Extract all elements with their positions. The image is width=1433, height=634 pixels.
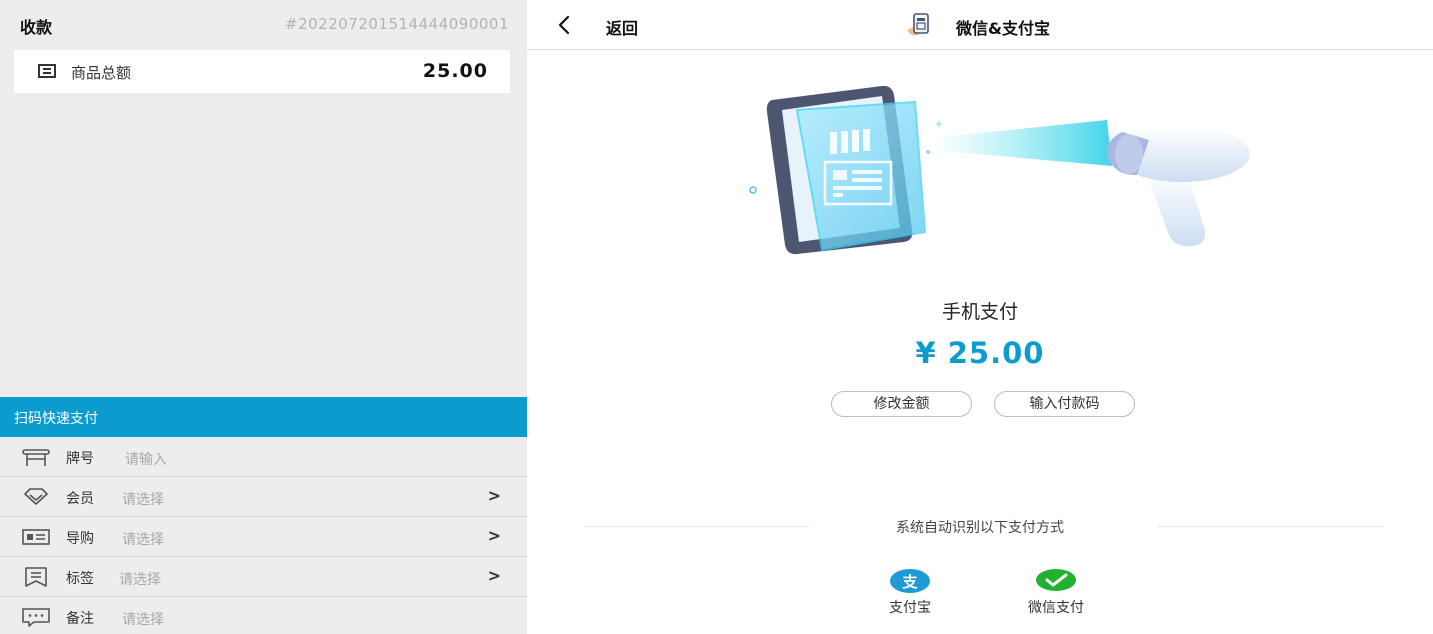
auto-detect-text: 系统自动识别以下支付方式 [896,520,1064,536]
form-row-label: 标签 [66,571,94,587]
alipay-icon: 支 [890,569,930,593]
modify-amount-button[interactable]: 修改金额 [831,391,972,417]
alipay-method: 支 支付宝 [860,568,960,617]
enter-payment-code-button[interactable]: 输入付款码 [994,391,1135,417]
member-select[interactable]: 请选择 [122,489,164,509]
chevron-right-icon: > [487,566,501,585]
table-number-input[interactable]: 请输入 [125,449,167,469]
form-row-tag[interactable]: 标签 请选择 > [0,557,527,597]
member-diamond-icon [24,488,48,505]
order-number: #202207201514444090001 [285,15,509,33]
cart-header: 收款 #202207201514444090001 [0,0,527,50]
quick-pay-label: 扫码快速支付 [14,411,98,427]
alipay-label: 支付宝 [889,600,931,616]
pay-amount: ¥ 25.00 [915,336,1045,370]
payment-panel: 返回 微信&支付宝 手机支付 ¥ 25.00 修改金额 输入付款码 系统自动识别… [527,0,1433,634]
total-label: 商品总额 [71,64,132,82]
form-row-table-number[interactable]: 牌号 请输入 [0,437,527,477]
back-chevron-icon[interactable] [553,13,577,37]
remark-select[interactable]: 请选择 [122,609,164,629]
payment-method-title: 微信&支付宝 [956,19,1050,38]
wechat-pay-label: 微信支付 [1028,600,1084,616]
table-icon [22,449,50,466]
guide-select[interactable]: 请选择 [122,529,164,549]
chevron-right-icon: > [487,526,501,545]
form-row-member[interactable]: 会员 请选择 > [0,477,527,517]
wechat-pay-method: 微信支付 [1006,568,1106,617]
chevron-right-icon: > [487,486,501,505]
total-value: 25.00 [422,60,488,82]
back-button[interactable]: 返回 [606,15,638,39]
receipt-icon [38,64,56,78]
tag-flag-icon [25,567,47,587]
form-row-label: 导购 [66,531,94,547]
quick-pay-bar: 扫码快速支付 [0,397,527,437]
svg-text:支: 支 [901,573,918,591]
total-card: 商品总额 25.00 [14,50,510,93]
form-row-label: 牌号 [66,451,94,467]
cart-panel: 收款 #202207201514444090001 商品总额 25.00 扫码快… [0,0,527,634]
comment-icon [22,608,50,627]
payment-topbar: 返回 微信&支付宝 [527,0,1433,50]
wechat-pay-icon [1036,569,1076,591]
tag-select[interactable]: 请选择 [119,569,161,589]
cart-title: 收款 [20,18,53,37]
divider-right [1157,526,1383,527]
scan-illustration [749,85,1250,255]
id-card-icon [22,529,50,545]
form-row-guide[interactable]: 导购 请选择 > [0,517,527,557]
form-row-label: 备注 [66,611,94,627]
form-row-remark[interactable]: 备注 请选择 [0,597,527,634]
phone-scan-icon [907,13,929,36]
mobile-pay-title: 手机支付 [941,301,1018,323]
form-row-label: 会员 [66,491,94,507]
